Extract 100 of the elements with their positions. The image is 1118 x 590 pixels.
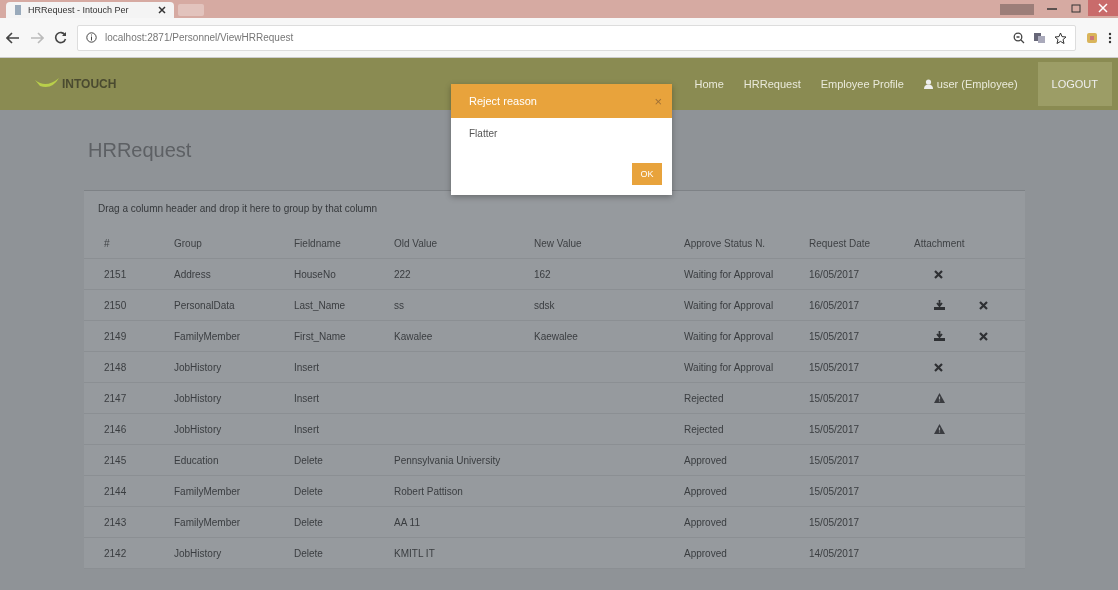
table-cell-text: KMITL IT	[394, 547, 436, 559]
reject-reason-text: Flatter	[469, 128, 499, 139]
table-cell-text: ss	[394, 299, 405, 311]
nav-link[interactable]: Employee Profile	[820, 78, 904, 90]
table-cell-text: Insert	[294, 361, 320, 373]
back-arrow-icon[interactable]	[6, 31, 20, 44]
remove-icon[interactable]	[979, 331, 988, 341]
remove-icon[interactable]	[934, 362, 943, 372]
table-cell-text: 162	[534, 268, 552, 280]
column-header[interactable]: Fieldname	[294, 237, 394, 249]
table-cell-text: PersonalData	[174, 299, 236, 311]
table-cell-text: Delete	[294, 516, 324, 528]
table-cell-text: JobHistory	[174, 392, 223, 404]
table-cell-text: 222	[394, 268, 412, 280]
table-cell-text: Robert Pattison	[394, 485, 464, 497]
page-icon	[14, 4, 22, 16]
table-cell-text: 2146	[104, 423, 128, 435]
table-cell-text: JobHistory	[174, 423, 223, 435]
table-cell-text: HouseNo	[294, 268, 337, 280]
warning-icon[interactable]	[934, 424, 945, 434]
info-icon	[86, 32, 97, 43]
table-cell-text: Insert	[294, 423, 320, 435]
column-header[interactable]: Approve Status N.	[684, 237, 809, 249]
table-cell-text: sdsk	[534, 299, 556, 311]
user-icon	[923, 79, 933, 89]
table-cell-text: 2143	[104, 516, 128, 528]
table-cell-text: First_Name	[294, 330, 347, 342]
ok-button[interactable]: OK	[632, 163, 662, 185]
user-menu[interactable]: user (Employee)	[923, 78, 1018, 90]
table-cell-text: 15/05/2017	[809, 485, 861, 497]
table-cell-text: 15/05/2017	[809, 423, 861, 435]
column-header[interactable]: Group	[174, 237, 294, 249]
table-cell-text: AA 11	[394, 516, 421, 528]
zoom-icon[interactable]	[1013, 31, 1025, 44]
remove-icon[interactable]	[979, 300, 988, 310]
column-header[interactable]: Attachment	[914, 237, 1025, 249]
download-icon[interactable]	[934, 300, 945, 310]
table-cell-text: 2148	[104, 361, 128, 373]
table-cell-text: Insert	[294, 392, 320, 404]
translate-icon[interactable]	[1033, 31, 1046, 44]
table-cell-text: Kaewalee	[534, 330, 579, 342]
table-cell-text: Waiting for Approval	[684, 361, 775, 373]
table-cell-text: Rejected	[684, 423, 725, 435]
nav-link[interactable]: HRRequest	[743, 78, 801, 90]
table-cell-text: Waiting for Approval	[684, 268, 775, 280]
logout-button[interactable]: LOGOUT	[1037, 62, 1112, 106]
table-cell-text: 2149	[104, 330, 128, 342]
table-cell-text: Education	[174, 454, 220, 466]
close-button[interactable]: ×	[654, 93, 662, 109]
table-cell-text: 14/05/2017	[809, 547, 861, 559]
address-field[interactable]: localhost:2871/Personnel/ViewHRRequest	[77, 24, 1076, 51]
column-header[interactable]: Request Date	[809, 237, 914, 249]
table-cell-text: Address	[174, 268, 212, 280]
table-cell-text: Approved	[684, 454, 728, 466]
table-cell-text: 2150	[104, 299, 128, 311]
table-cell-text: 16/05/2017	[809, 268, 861, 280]
browser-tab[interactable]: HRRequest - Intouch Per	[6, 2, 174, 18]
table-cell-text: JobHistory	[174, 361, 223, 373]
nav-link[interactable]: Home	[694, 78, 724, 90]
star-icon[interactable]	[1054, 31, 1067, 44]
table-cell-text: Delete	[294, 454, 324, 466]
tab-title: HRRequest - Intouch Per	[28, 5, 130, 15]
table-cell-text: Approved	[684, 516, 728, 528]
table-cell-text: Approved	[684, 547, 728, 559]
table-cell-text: JobHistory	[174, 547, 223, 559]
column-header[interactable]: New Value	[534, 237, 684, 249]
table-cell-text: Pennsylvania University	[394, 454, 502, 466]
table-cell-text: Waiting for Approval	[684, 299, 775, 311]
table-cell-text: 15/05/2017	[809, 516, 861, 528]
dialog-title: Reject reason	[469, 95, 537, 107]
download-icon[interactable]	[934, 331, 945, 341]
extension-icon[interactable]	[1086, 31, 1098, 44]
column-header[interactable]: #	[104, 237, 174, 249]
group-by-hint: Drag a column header and drop it here to group by that column	[97, 202, 379, 216]
table-cell-text: Delete	[294, 547, 324, 559]
table-cell-text: 2147	[104, 392, 128, 404]
table-cell-text: FamilyMember	[174, 330, 242, 342]
column-header[interactable]: Old Value	[394, 237, 534, 249]
logo-text: INTOUCH	[62, 77, 117, 91]
table-cell-text: Waiting for Approval	[684, 330, 775, 342]
table-cell-text: 2151	[104, 268, 128, 280]
remove-icon[interactable]	[934, 269, 943, 279]
table-cell-text: Kawalee	[394, 330, 434, 342]
table-cell-text: 15/05/2017	[809, 454, 861, 466]
table-cell-text: 16/05/2017	[809, 299, 861, 311]
table-cell-text: Last_Name	[294, 299, 347, 311]
table-cell-text: 15/05/2017	[809, 330, 861, 342]
table-cell-text: 2142	[104, 547, 128, 559]
table-cell-text: 15/05/2017	[809, 361, 861, 373]
menu-icon[interactable]	[1108, 31, 1112, 44]
reload-icon[interactable]	[54, 31, 67, 44]
tray-block	[1000, 4, 1034, 15]
table-cell-text: FamilyMember	[174, 485, 242, 497]
table-cell-text: Rejected	[684, 392, 725, 404]
warning-icon[interactable]	[934, 393, 945, 403]
table-cell-text: Approved	[684, 485, 728, 497]
table-cell-text: 2144	[104, 485, 128, 497]
table-cell-text: 2145	[104, 454, 128, 466]
close-icon[interactable]	[158, 6, 166, 14]
table-cell-text: Delete	[294, 485, 324, 497]
